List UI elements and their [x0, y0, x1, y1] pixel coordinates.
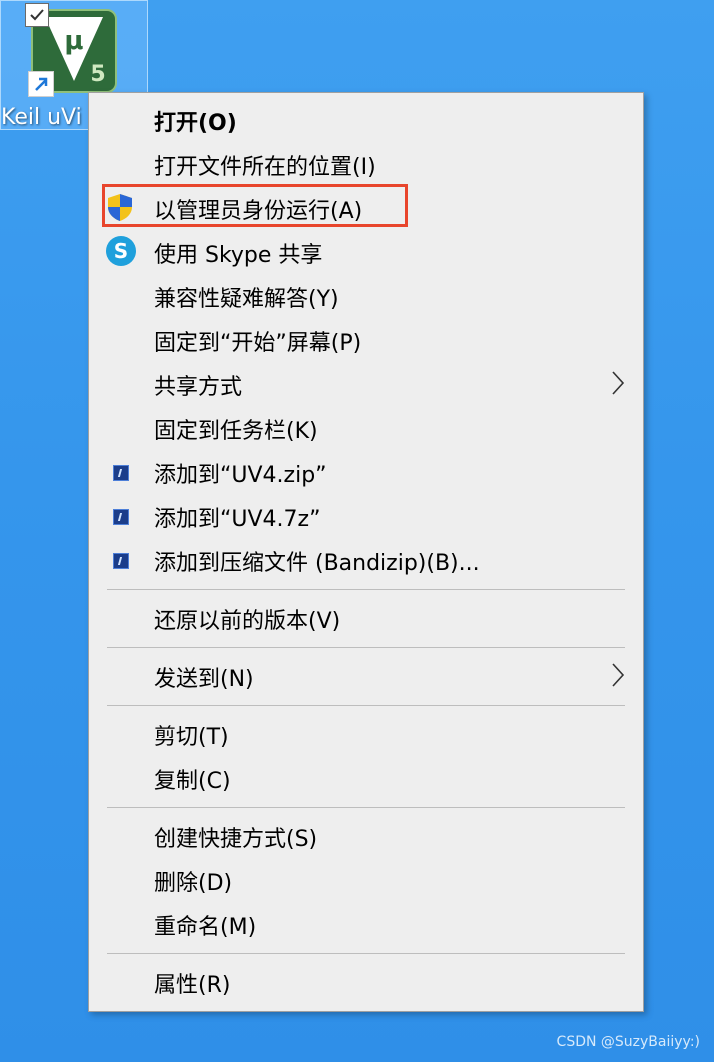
menu-item-label: 打开文件所在的位置(I) [154, 155, 376, 180]
logo-mu: μ [64, 26, 83, 56]
menu-item-add-to-zip[interactable]: 添加到“UV4.zip” [89, 453, 643, 493]
menu-item-label: 使用 Skype 共享 [154, 243, 323, 268]
menu-separator [107, 589, 625, 590]
menu-item-open[interactable]: 打开(O) [89, 101, 643, 141]
menu-item-delete[interactable]: 删除(D) [89, 861, 643, 901]
menu-separator [107, 953, 625, 954]
bandizip-icon [113, 465, 129, 481]
menu-item-label: 删除(D) [154, 871, 233, 896]
menu-item-add-to-archive[interactable]: 添加到压缩文件 (Bandizip)(B)... [89, 541, 643, 581]
menu-item-restore-previous[interactable]: 还原以前的版本(V) [89, 599, 643, 639]
menu-separator [107, 647, 625, 648]
menu-item-label: 重命名(M) [154, 915, 257, 940]
menu-item-label: 共享方式 [154, 375, 243, 400]
logo-number: 5 [90, 62, 105, 87]
bandizip-icon [113, 509, 129, 525]
menu-item-copy[interactable]: 复制(C) [89, 759, 643, 799]
skype-icon: S [105, 235, 137, 271]
menu-item-properties[interactable]: 属性(R) [89, 963, 643, 1003]
menu-item-label: 固定到“开始”屏幕(P) [154, 331, 362, 356]
menu-item-label: 以管理员身份运行(A) [154, 199, 363, 224]
chevron-right-icon [611, 662, 625, 692]
menu-item-label: 属性(R) [154, 973, 231, 998]
menu-item-compat-troubleshoot[interactable]: 兼容性疑难解答(Y) [89, 277, 643, 317]
menu-separator [107, 705, 625, 706]
menu-item-cut[interactable]: 剪切(T) [89, 715, 643, 755]
desktop-icon-label: Keil uVi [1, 105, 82, 130]
menu-item-pin-to-taskbar[interactable]: 固定到任务栏(K) [89, 409, 643, 449]
menu-item-create-shortcut[interactable]: 创建快捷方式(S) [89, 817, 643, 857]
menu-item-open-file-location[interactable]: 打开文件所在的位置(I) [89, 145, 643, 185]
menu-item-pin-to-start[interactable]: 固定到“开始”屏幕(P) [89, 321, 643, 361]
svg-text:S: S [114, 239, 128, 263]
menu-item-label: 打开(O) [154, 111, 237, 136]
chevron-right-icon [611, 370, 625, 400]
menu-item-label: 复制(C) [154, 769, 231, 794]
bandizip-icon [113, 553, 129, 569]
menu-item-rename[interactable]: 重命名(M) [89, 905, 643, 945]
shortcut-arrow-icon [28, 71, 54, 97]
menu-item-label: 还原以前的版本(V) [154, 609, 341, 634]
context-menu: 打开(O) 打开文件所在的位置(I) 以管理员身份运行(A) S 使用 Skyp… [88, 92, 644, 1012]
menu-item-add-to-7z[interactable]: 添加到“UV4.7z” [89, 497, 643, 537]
watermark-text: CSDN @SuzyBaiiyy:) [556, 1034, 700, 1050]
menu-separator [107, 807, 625, 808]
menu-item-send-to[interactable]: 发送到(N) [89, 657, 643, 697]
menu-item-label: 固定到任务栏(K) [154, 419, 318, 444]
menu-item-run-as-admin[interactable]: 以管理员身份运行(A) [89, 189, 643, 229]
select-checkbox[interactable] [25, 3, 49, 27]
menu-item-label: 添加到“UV4.7z” [154, 507, 321, 532]
uac-shield-icon [105, 192, 135, 226]
menu-item-label: 发送到(N) [154, 667, 254, 692]
menu-item-skype-share[interactable]: S 使用 Skype 共享 [89, 233, 643, 273]
menu-item-label: 创建快捷方式(S) [154, 827, 318, 852]
menu-item-share-with[interactable]: 共享方式 [89, 365, 643, 405]
menu-item-label: 兼容性疑难解答(Y) [154, 287, 339, 312]
menu-item-label: 添加到“UV4.zip” [154, 463, 327, 488]
menu-item-label: 添加到压缩文件 (Bandizip)(B)... [154, 551, 480, 576]
checkmark-icon [30, 9, 44, 21]
menu-item-label: 剪切(T) [154, 725, 229, 750]
